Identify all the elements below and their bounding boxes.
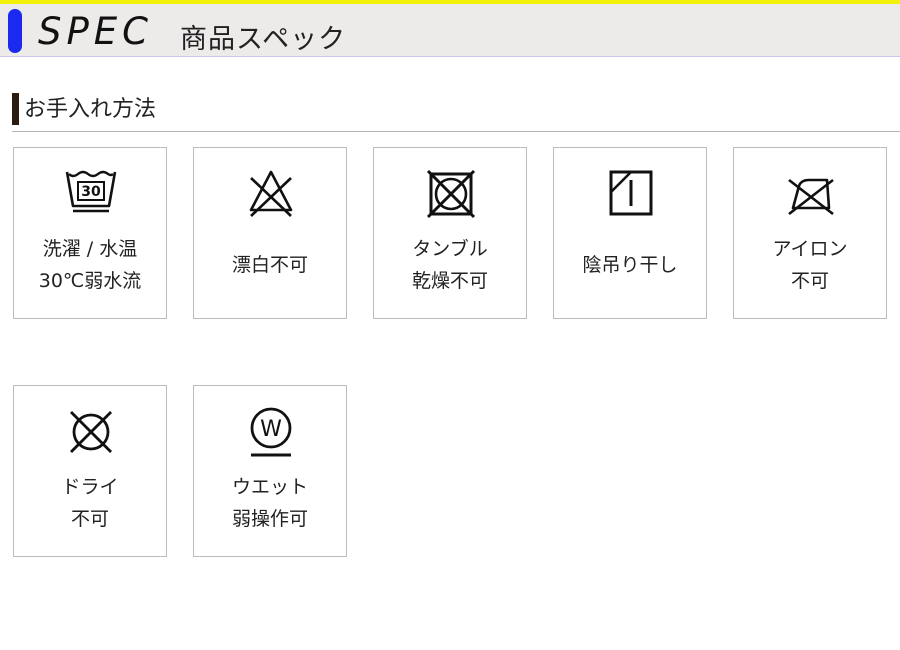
care-card-tumble: タンブル 乾燥不可 bbox=[373, 147, 527, 319]
care-label-line: 乾燥不可 bbox=[411, 270, 488, 292]
shade-line-dry-icon bbox=[603, 166, 659, 222]
care-label-line: アイロン bbox=[772, 238, 848, 260]
care-card-wet-clean: W ウエット 弱操作可 bbox=[193, 385, 347, 557]
wash-tub-30-icon: 30 bbox=[63, 166, 119, 222]
care-label-line: 漂白不可 bbox=[231, 254, 308, 276]
care-label: タンブル 乾燥不可 bbox=[374, 233, 526, 297]
care-label-line: 洗濯 / 水温 bbox=[42, 238, 138, 260]
care-section-heading: お手入れ方法 bbox=[12, 93, 900, 132]
care-card-iron: アイロン 不可 bbox=[733, 147, 887, 319]
care-label-line: 不可 bbox=[70, 508, 109, 530]
care-label: アイロン 不可 bbox=[734, 233, 886, 297]
care-label-line: ウエット bbox=[231, 476, 308, 498]
no-dry-clean-icon bbox=[63, 404, 119, 460]
care-card-line-dry: 陰吊り干し bbox=[553, 147, 707, 319]
care-label-line: 陰吊り干し bbox=[582, 254, 678, 276]
header-subtitle: 商品スペック bbox=[180, 24, 347, 55]
care-label-line: タンブル bbox=[412, 238, 488, 260]
care-label: 陰吊り干し bbox=[554, 249, 706, 281]
section-accent-bar bbox=[12, 93, 19, 125]
care-label: 漂白不可 bbox=[194, 249, 346, 281]
wet-clean-gentle-icon: W bbox=[243, 404, 299, 460]
care-label-line: ドライ bbox=[61, 476, 119, 498]
care-label: ウエット 弱操作可 bbox=[194, 471, 346, 535]
section-title: お手入れ方法 bbox=[24, 97, 157, 122]
no-iron-icon bbox=[783, 166, 839, 222]
care-card-wash: 30 洗濯 / 水温 30℃弱水流 bbox=[13, 147, 167, 319]
no-tumble-dry-icon bbox=[423, 166, 479, 222]
care-label: 洗濯 / 水温 30℃弱水流 bbox=[14, 233, 166, 297]
care-label-line: 弱操作可 bbox=[231, 508, 308, 530]
wet-clean-mark: W bbox=[260, 417, 282, 442]
spec-header: SPEC 商品スペック bbox=[0, 0, 900, 57]
header-accent-marker bbox=[8, 9, 22, 53]
header-title: SPEC bbox=[38, 10, 154, 53]
care-label-line: 不可 bbox=[790, 270, 829, 292]
wash-temperature-mark: 30 bbox=[81, 184, 101, 200]
care-card-dry-clean: ドライ 不可 bbox=[13, 385, 167, 557]
no-bleach-icon bbox=[243, 166, 299, 222]
care-label: ドライ 不可 bbox=[14, 471, 166, 535]
care-card-bleach: 漂白不可 bbox=[193, 147, 347, 319]
care-label-line: 30℃弱水流 bbox=[38, 270, 142, 292]
